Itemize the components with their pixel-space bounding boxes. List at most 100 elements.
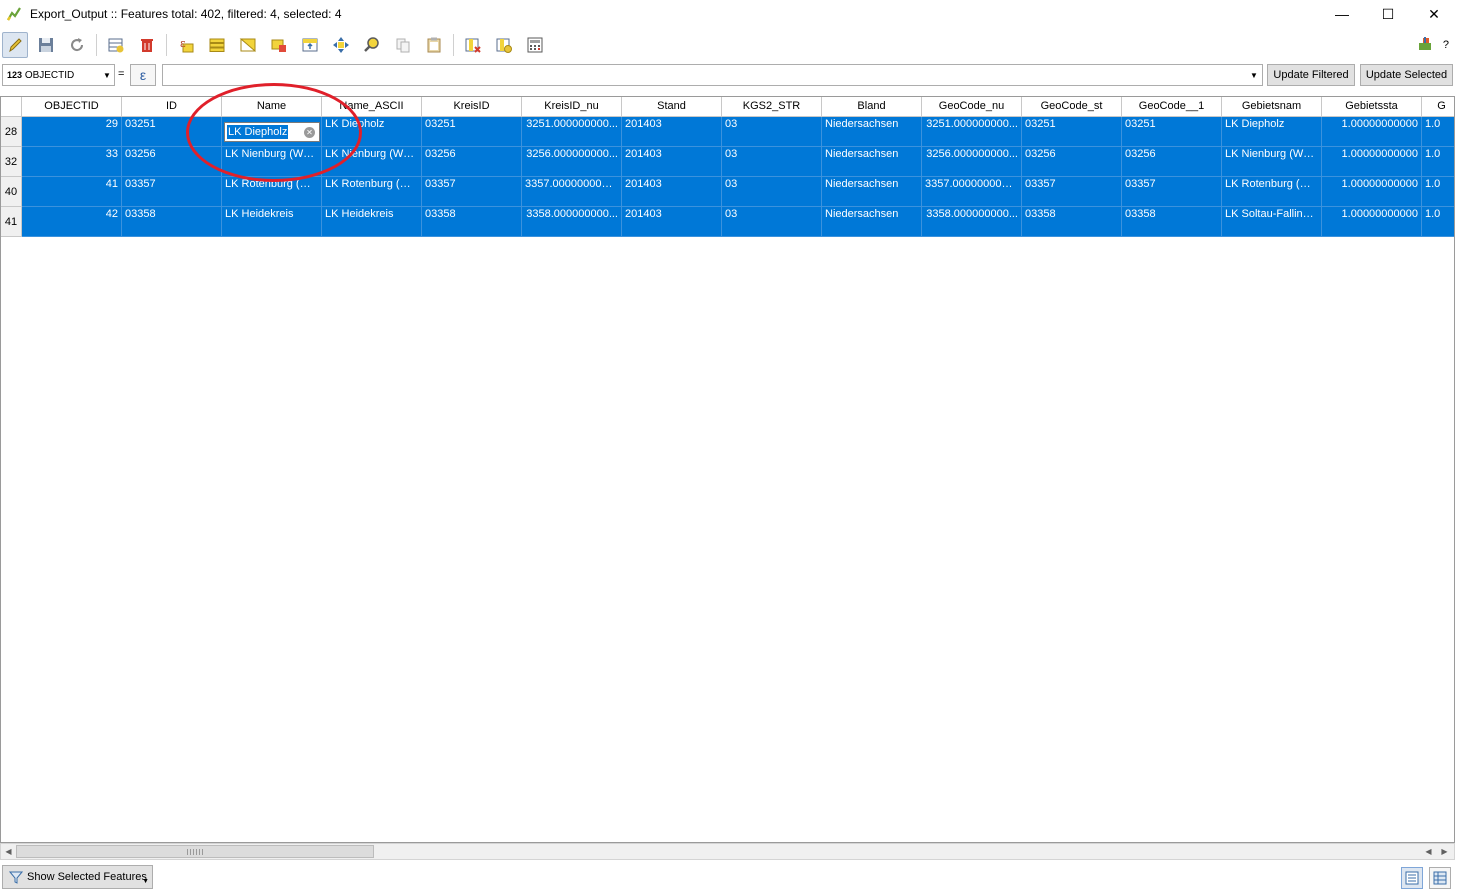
column-header[interactable]: Bland: [822, 96, 922, 117]
table-cell[interactable]: LK Rotenburg (W...: [222, 177, 322, 207]
table-cell[interactable]: 1.0: [1422, 207, 1455, 237]
paste-button[interactable]: [421, 32, 447, 58]
table-cell[interactable]: 3357.00000000000: [522, 177, 622, 207]
update-selected-button[interactable]: Update Selected: [1360, 64, 1453, 86]
reload-button[interactable]: [64, 32, 90, 58]
new-field-button[interactable]: [491, 32, 517, 58]
column-header[interactable]: GeoCode__1: [1122, 96, 1222, 117]
invert-selection-button[interactable]: [235, 32, 261, 58]
row-header[interactable]: 40: [1, 177, 22, 207]
table-cell[interactable]: 1.0: [1422, 147, 1455, 177]
column-header[interactable]: Name: [222, 96, 322, 117]
table-cell[interactable]: LK Nienburg (We...: [1222, 147, 1322, 177]
update-filtered-button[interactable]: Update Filtered: [1267, 64, 1355, 86]
table-row[interactable]: 40 41 03357 LK Rotenburg (W... LK Rotenb…: [1, 177, 1455, 207]
row-header[interactable]: 32: [1, 147, 22, 177]
save-edits-button[interactable]: [33, 32, 59, 58]
table-cell[interactable]: 03256: [1022, 147, 1122, 177]
table-cell[interactable]: 33: [22, 147, 122, 177]
column-header[interactable]: Name_ASCII: [322, 96, 422, 117]
column-header[interactable]: OBJECTID: [22, 96, 122, 117]
table-cell[interactable]: LK Soltau-Fallingb...: [1222, 207, 1322, 237]
table-cell[interactable]: 03251: [422, 117, 522, 147]
table-cell[interactable]: LK Rotenburg (W...: [322, 177, 422, 207]
table-cell[interactable]: Niedersachsen: [822, 147, 922, 177]
table-cell[interactable]: LK Diepholz: [1222, 117, 1322, 147]
table-row[interactable]: 41 42 03358 LK Heidekreis LK Heidekreis …: [1, 207, 1455, 237]
table-cell[interactable]: 1.00000000000: [1322, 207, 1422, 237]
table-cell[interactable]: 1.0: [1422, 117, 1455, 147]
table-cell[interactable]: 3256.000000000...: [522, 147, 622, 177]
table-cell[interactable]: 03: [722, 117, 822, 147]
table-row[interactable]: 32 33 03256 LK Nienburg (We... LK Nienbu…: [1, 147, 1455, 177]
table-cell[interactable]: 3358.000000000...: [922, 207, 1022, 237]
table-cell[interactable]: LK Nienburg (We...: [222, 147, 322, 177]
table-cell[interactable]: 3358.000000000...: [522, 207, 622, 237]
table-cell[interactable]: 03358: [1122, 207, 1222, 237]
zoom-to-selected-button[interactable]: [359, 32, 385, 58]
minimize-button[interactable]: —: [1319, 0, 1365, 28]
maximize-button[interactable]: ☐: [1365, 0, 1411, 28]
column-header[interactable]: GeoCode_nu: [922, 96, 1022, 117]
scroll-left-arrow[interactable]: ◀: [1, 844, 16, 859]
table-cell[interactable]: 03358: [122, 207, 222, 237]
table-cell[interactable]: 03: [722, 177, 822, 207]
table-cell[interactable]: 201403: [622, 117, 722, 147]
table-view-button[interactable]: [1401, 867, 1423, 889]
table-cell[interactable]: 03358: [1022, 207, 1122, 237]
dock-icon[interactable]: [1417, 36, 1433, 55]
table-cell[interactable]: 1.00000000000: [1322, 147, 1422, 177]
table-cell[interactable]: 201403: [622, 177, 722, 207]
table-cell[interactable]: 29: [22, 117, 122, 147]
table-cell[interactable]: 3251.000000000...: [922, 117, 1022, 147]
table-cell[interactable]: 201403: [622, 207, 722, 237]
help-icon[interactable]: ?: [1443, 39, 1449, 51]
pan-to-selected-button[interactable]: [328, 32, 354, 58]
table-cell[interactable]: 41: [22, 177, 122, 207]
table-cell[interactable]: LK Diepholz: [322, 117, 422, 147]
table-cell[interactable]: 03: [722, 207, 822, 237]
table-cell[interactable]: LK Heidekreis: [222, 207, 322, 237]
column-header[interactable]: KreisID_nu: [522, 96, 622, 117]
field-calculator-button[interactable]: [522, 32, 548, 58]
table-cell[interactable]: Niedersachsen: [822, 117, 922, 147]
horizontal-scrollbar[interactable]: ◀ ◀ ▶: [0, 843, 1455, 860]
form-view-button[interactable]: [1429, 867, 1451, 889]
column-header[interactable]: Gebietsnam: [1222, 96, 1322, 117]
table-row[interactable]: 28 29 03251 LK Diepholz ✕ LK Diepholz 03…: [1, 117, 1455, 147]
copy-button[interactable]: [390, 32, 416, 58]
table-cell[interactable]: 03: [722, 147, 822, 177]
table-cell[interactable]: LK Nienburg (We...: [322, 147, 422, 177]
row-header[interactable]: 28: [1, 117, 22, 147]
column-header[interactable]: GeoCode_st: [1022, 96, 1122, 117]
table-cell[interactable]: 1.00000000000: [1322, 177, 1422, 207]
table-cell[interactable]: LK Heidekreis: [322, 207, 422, 237]
table-cell[interactable]: 03357: [122, 177, 222, 207]
table-corner[interactable]: [1, 96, 22, 117]
table-cell[interactable]: 03357: [1022, 177, 1122, 207]
field-selector[interactable]: 123 OBJECTID ▼: [2, 64, 115, 86]
table-cell[interactable]: 1.00000000000: [1322, 117, 1422, 147]
table-cell[interactable]: 3256.000000000...: [922, 147, 1022, 177]
table-cell[interactable]: 03251: [1122, 117, 1222, 147]
table-cell[interactable]: Niedersachsen: [822, 207, 922, 237]
delete-field-button[interactable]: [460, 32, 486, 58]
table-cell[interactable]: 03357: [1122, 177, 1222, 207]
column-header[interactable]: KreisID: [422, 96, 522, 117]
deselect-all-button[interactable]: [266, 32, 292, 58]
close-button[interactable]: ✕: [1411, 0, 1457, 28]
scroll-left-arrow[interactable]: ◀: [1421, 844, 1436, 859]
column-header[interactable]: Stand: [622, 96, 722, 117]
column-header[interactable]: ID: [122, 96, 222, 117]
chevron-down-icon[interactable]: ▼: [1246, 65, 1262, 85]
table-cell[interactable]: 03256: [1122, 147, 1222, 177]
expression-builder-button[interactable]: ε: [130, 64, 156, 86]
table-cell[interactable]: 03256: [122, 147, 222, 177]
table-cell[interactable]: 03358: [422, 207, 522, 237]
table-cell[interactable]: 42: [22, 207, 122, 237]
delete-feature-button[interactable]: [134, 32, 160, 58]
select-by-expression-button[interactable]: ε: [173, 32, 199, 58]
table-cell[interactable]: 03251: [122, 117, 222, 147]
toggle-editing-button[interactable]: [2, 32, 28, 58]
table-cell[interactable]: LK Rotenburg (W...: [1222, 177, 1322, 207]
